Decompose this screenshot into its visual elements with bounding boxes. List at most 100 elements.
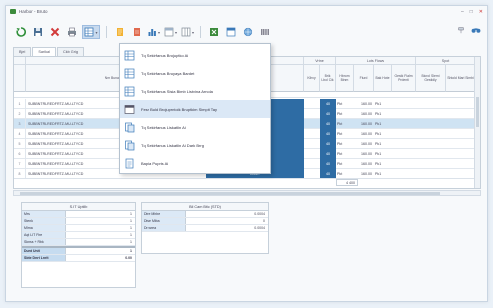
horizontal-scrollbar[interactable]	[13, 190, 481, 196]
row-number[interactable]: 3	[14, 119, 26, 129]
pack-cell[interactable]: Pk1	[375, 129, 392, 139]
pack-cell[interactable]: Pk1	[375, 109, 392, 119]
binoculars-icon[interactable]	[471, 26, 481, 35]
summary-value: 0.00	[125, 256, 132, 260]
qty-cell[interactable]: 40	[320, 139, 336, 149]
column-header[interactable]: Gestk Fialm Prdenti	[392, 65, 416, 92]
window-title: Harbor - Bruto	[19, 9, 48, 14]
world-button[interactable]	[241, 25, 254, 39]
tab-bjel[interactable]: Bjel	[13, 47, 32, 56]
unit-cell[interactable]: Pkt	[337, 119, 354, 129]
save-button[interactable]	[31, 25, 44, 39]
summary-row: Stenk 1	[22, 218, 135, 225]
row-number[interactable]: 4	[14, 129, 26, 139]
layout-button[interactable]: ▾	[164, 25, 177, 39]
export-icon	[133, 28, 140, 36]
price-cell[interactable]: 160.00	[354, 139, 374, 149]
chevron-down-icon: ▾	[95, 29, 98, 35]
price-cell[interactable]: 160.00	[354, 149, 374, 159]
summary-row: Sbte Dnrt Lnrit 0.00	[22, 255, 135, 262]
menu-item[interactable]: Tq Sekirfanus Brojuptko Ai	[120, 46, 270, 64]
summary-value: 1	[130, 249, 132, 253]
pack-cell[interactable]: Pk1	[375, 159, 392, 169]
row-number[interactable]: 6	[14, 149, 26, 159]
menu-item-label: Tq Sekirfanus Sisia Bimb Listvina Arnola	[141, 88, 213, 94]
list-icon	[124, 68, 135, 79]
maximize-button[interactable]: □	[470, 9, 473, 15]
reports-dropdown-button[interactable]: ▾	[82, 25, 100, 39]
column-header[interactable]: Flurd	[354, 65, 374, 92]
scroll-thumb[interactable]	[20, 192, 440, 195]
pack-cell[interactable]: Pk1	[375, 149, 392, 159]
qty-cell[interactable]: 40	[320, 149, 336, 159]
qty-cell[interactable]: 40	[320, 109, 336, 119]
close-button[interactable]: ✕	[479, 9, 483, 15]
row-number[interactable]: 2	[14, 109, 26, 119]
menu-item-label: Tq Sekirfanus Liskatlin Ai	[141, 124, 186, 130]
notes-button[interactable]	[113, 25, 126, 39]
qty-cell[interactable]: 40	[320, 119, 336, 129]
price-cell[interactable]: 160.00	[354, 99, 374, 109]
minimize-button[interactable]: –	[461, 9, 464, 15]
menu-item[interactable]: Tq Sekirfanus Sisia Bimb Listvina Arnola	[120, 82, 270, 100]
delete-button[interactable]	[48, 25, 61, 39]
menu-item[interactable]: Tq Sekirfanus Liskatlin Ai	[120, 118, 270, 136]
group-header-lots-flows: Lots Flows	[336, 57, 416, 65]
print-button[interactable]	[65, 25, 78, 39]
unit-cell[interactable]: Pkt	[337, 139, 354, 149]
menu-item[interactable]: Tq Sekirfanus Bruyaya Bardet	[120, 64, 270, 82]
menu-item[interactable]: Tq Sekirfanus Liskatlin Ai Dark Brrg	[120, 136, 270, 154]
scroll-thumb[interactable]	[476, 97, 479, 127]
unit-cell[interactable]: Pkt	[337, 129, 354, 139]
row-number[interactable]: 5	[14, 139, 26, 149]
qty-cell[interactable]: 40	[320, 129, 336, 139]
row-number[interactable]: 7	[14, 159, 26, 169]
tab-ckb-grig[interactable]: Ckb Grig	[56, 47, 84, 56]
column-header[interactable]: Bicrol Slemi Gestidly	[416, 65, 446, 92]
columns-button[interactable]: ▾	[181, 25, 194, 39]
qty-cell[interactable]: 40	[320, 159, 336, 169]
column-header[interactable]: Brik Lbol Cik	[320, 65, 336, 92]
barcode-button[interactable]	[258, 25, 271, 39]
summary-label: Sbte Dnrt Lnrit	[22, 255, 66, 261]
export-button[interactable]	[130, 25, 143, 39]
pack-cell[interactable]: Pk1	[375, 119, 392, 129]
unit-cell[interactable]: Pkt	[337, 109, 354, 119]
summary-label: Dise Miba	[142, 218, 186, 224]
chart-button[interactable]: ▾	[147, 25, 160, 39]
excel-button[interactable]	[207, 25, 220, 39]
pin-icon[interactable]	[457, 26, 465, 35]
column-header[interactable]: Hbrom Binm	[336, 65, 354, 92]
pack-cell[interactable]: Pk1	[375, 139, 392, 149]
vertical-scrollbar[interactable]	[474, 57, 480, 188]
row-number[interactable]: 1	[14, 99, 26, 109]
price-cell[interactable]: 160.00	[354, 119, 374, 129]
price-cell[interactable]: 160.00	[354, 129, 374, 139]
price-cell[interactable]: 160.00	[354, 159, 374, 169]
chevron-down-icon: ▾	[157, 29, 160, 35]
document-icon	[124, 122, 135, 133]
summary-label: Mrs	[22, 211, 66, 217]
menu-item-label: Tq Sekirfanus Brojuptko Ai	[141, 52, 189, 58]
column-header[interactable]: Shtold Mari Simbi	[446, 65, 476, 92]
unit-cell[interactable]: Pkt	[337, 159, 354, 169]
menu-item[interactable]: Bapia Pupris Ai	[120, 154, 270, 172]
summary-row: Sknss + Rbk 1	[22, 239, 135, 246]
summary-row: Mrs 1	[22, 211, 135, 218]
qty-cell[interactable]: 40	[320, 99, 336, 109]
summary-title: S.IT Uptilb	[22, 203, 135, 211]
toolbar-separator	[106, 26, 107, 38]
pack-cell[interactable]: Pk1	[375, 99, 392, 109]
reports-dropdown-menu: Tq Sekirfanus Brojuptko Ai Tq Sekirfanus …	[119, 43, 271, 174]
summary-row: Dunt Unit 1	[22, 248, 135, 255]
summary-row: Aqt LIT Fire 1	[22, 232, 135, 239]
refresh-button[interactable]	[14, 25, 27, 39]
unit-cell[interactable]: Pkt	[337, 149, 354, 159]
column-header[interactable]: Kihvy	[304, 65, 320, 92]
column-header[interactable]: Bak Hote	[374, 65, 392, 92]
menu-item[interactable]: Fesr Buld Brojuprntoik Bruptkim Simpit T…	[120, 100, 270, 118]
price-cell[interactable]: 160.00	[354, 109, 374, 119]
unit-cell[interactable]: Pkt	[337, 99, 354, 109]
tab-sarikal[interactable]: Sarikal	[32, 47, 56, 56]
filter-button[interactable]	[224, 25, 237, 39]
